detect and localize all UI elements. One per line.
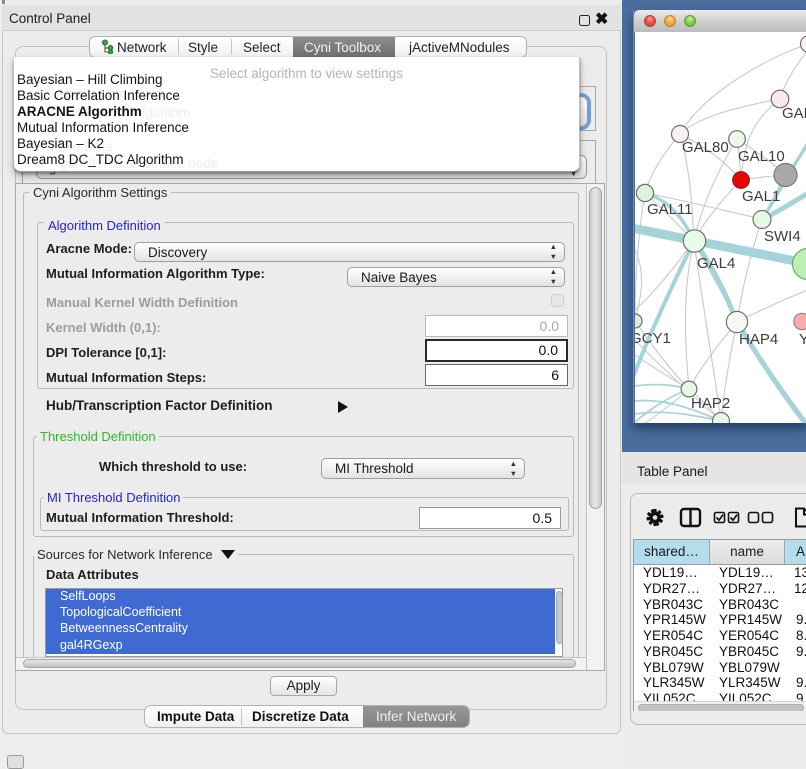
svg-text:GAL4: GAL4 <box>697 255 735 272</box>
svg-text:HAP4: HAP4 <box>739 331 778 348</box>
svg-text:SWI4: SWI4 <box>764 228 801 245</box>
svg-text:GAL11: GAL11 <box>647 201 693 218</box>
svg-text:HAP2: HAP2 <box>691 395 730 412</box>
svg-text:GAL1: GAL1 <box>742 188 780 205</box>
svg-text:GAL80: GAL80 <box>682 139 729 156</box>
svg-text:Y: Y <box>799 331 806 348</box>
svg-text:GCY1: GCY1 <box>635 330 671 347</box>
svg-text:GAL10: GAL10 <box>738 148 785 165</box>
svg-text:GAL7: GAL7 <box>782 105 806 122</box>
